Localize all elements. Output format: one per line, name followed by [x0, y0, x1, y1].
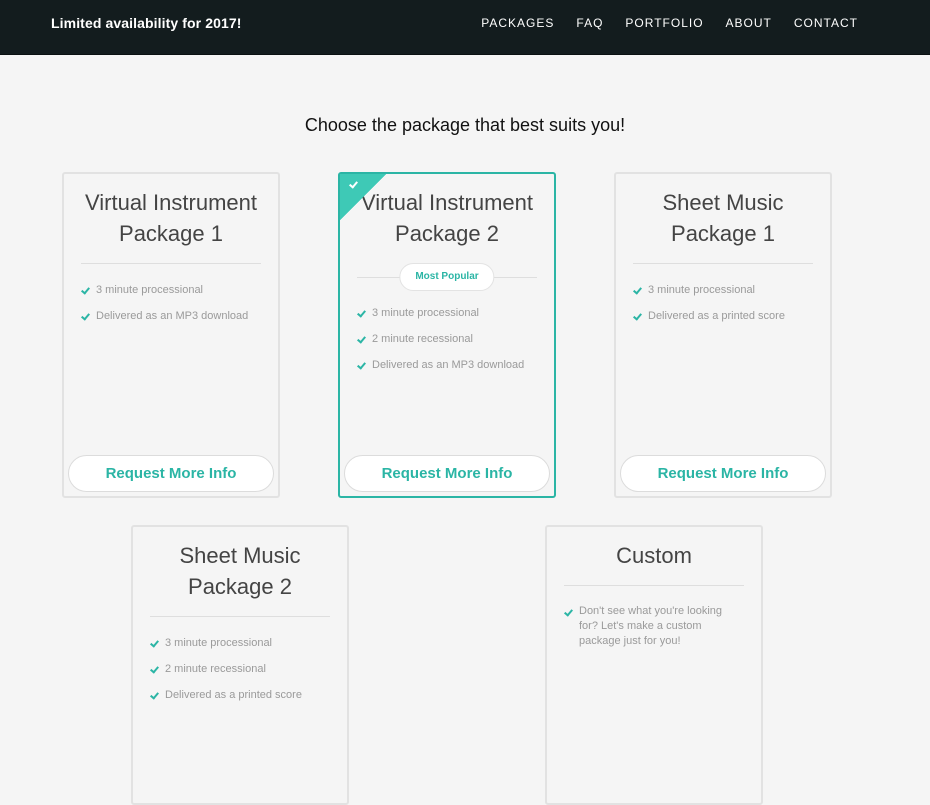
check-icon — [350, 180, 357, 191]
check-icon — [357, 357, 368, 373]
feature-text: 3 minute processional — [165, 637, 273, 649]
request-info-button[interactable]: Request More Info — [620, 455, 826, 492]
request-info-button[interactable]: Request More Info — [344, 455, 550, 492]
feature-text: 3 minute processional — [648, 284, 756, 296]
check-icon — [633, 308, 644, 324]
package-title: Virtual Instrument Package 1 — [64, 187, 278, 249]
check-icon — [564, 604, 575, 620]
package-card-sm-1: Sheet Music Package 1 3 minute processio… — [614, 172, 832, 498]
featured-ribbon — [340, 174, 386, 220]
package-card-vi-2: Virtual Instrument Package 2 Most Popula… — [338, 172, 556, 498]
availability-banner: Limited availability for 2017! — [51, 15, 242, 31]
package-title-line: Virtual Instrument — [84, 190, 257, 215]
package-title-line: Custom — [616, 543, 692, 568]
package-title: Custom — [547, 540, 761, 571]
page-heading: Choose the package that best suits you! — [304, 115, 626, 135]
package-title: Sheet Music Package 2 — [133, 540, 347, 602]
feature-text: Don't see what you're looking for? Let's… — [579, 605, 723, 647]
feature-text: 2 minute recessional — [165, 663, 266, 675]
check-icon — [81, 282, 92, 298]
feature-text: 3 minute processional — [96, 284, 204, 296]
divider — [81, 263, 261, 264]
check-icon — [357, 305, 368, 321]
package-card-vi-1: Virtual Instrument Package 1 3 minute pr… — [62, 172, 280, 498]
divider — [150, 616, 330, 617]
feature-text: 3 minute processional — [372, 307, 480, 319]
feature-item: 3 minute processional — [633, 282, 813, 298]
top-navbar: Limited availability for 2017! PACKAGES … — [0, 0, 930, 55]
nav-contact[interactable]: CONTACT — [794, 16, 858, 30]
check-icon — [633, 282, 644, 298]
package-title-line: Sheet Music — [179, 543, 301, 568]
feature-text: Delivered as a printed score — [648, 310, 785, 322]
most-popular-badge: Most Popular — [399, 263, 495, 291]
package-title-line: Package 2 — [395, 221, 499, 246]
feature-text: Delivered as an MP3 download — [372, 359, 525, 371]
feature-item: 3 minute processional — [81, 282, 261, 298]
feature-list: 3 minute processional Delivered as an MP… — [81, 282, 261, 324]
popular-row: Most Popular — [357, 263, 537, 291]
package-card-sm-2: Sheet Music Package 2 3 minute processio… — [131, 525, 349, 805]
nav-packages[interactable]: PACKAGES — [481, 16, 554, 30]
feature-list: 3 minute processional 2 minute recession… — [150, 635, 330, 703]
feature-list: 3 minute processional Delivered as a pri… — [633, 282, 813, 324]
nav-portfolio[interactable]: PORTFOLIO — [625, 16, 703, 30]
package-title-line: Package 2 — [188, 574, 292, 599]
feature-list: 3 minute processional 2 minute recession… — [357, 305, 537, 373]
check-icon — [81, 308, 92, 324]
request-info-button[interactable]: Request More Info — [68, 455, 274, 492]
feature-item: 2 minute recessional — [150, 661, 330, 677]
check-icon — [150, 687, 161, 703]
feature-item: 2 minute recessional — [357, 331, 537, 347]
package-card-custom: Custom Don't see what you're looking for… — [545, 525, 763, 805]
divider — [564, 585, 744, 586]
feature-text: 2 minute recessional — [372, 333, 473, 345]
check-icon — [357, 331, 368, 347]
feature-item: 3 minute processional — [150, 635, 330, 651]
package-title-line: Package 1 — [119, 221, 223, 246]
nav-faq[interactable]: FAQ — [576, 16, 603, 30]
main-nav: PACKAGES FAQ PORTFOLIO ABOUT CONTACT — [459, 16, 858, 30]
check-icon — [150, 635, 161, 651]
feature-item: Don't see what you're looking for? Let's… — [564, 604, 744, 649]
feature-text: Delivered as a printed score — [165, 689, 302, 701]
divider — [633, 263, 813, 264]
check-icon — [150, 661, 161, 677]
feature-item: Delivered as a printed score — [150, 687, 330, 703]
nav-about[interactable]: ABOUT — [726, 16, 772, 30]
feature-item: Delivered as an MP3 download — [357, 357, 537, 373]
feature-item: Delivered as a printed score — [633, 308, 813, 324]
feature-text: Delivered as an MP3 download — [96, 310, 249, 322]
package-title-line: Sheet Music — [662, 190, 784, 215]
feature-item: 3 minute processional — [357, 305, 537, 321]
package-title-line: Package 1 — [671, 221, 775, 246]
feature-item: Delivered as an MP3 download — [81, 308, 261, 324]
package-title: Sheet Music Package 1 — [616, 187, 830, 249]
feature-list: Don't see what you're looking for? Let's… — [564, 604, 744, 649]
